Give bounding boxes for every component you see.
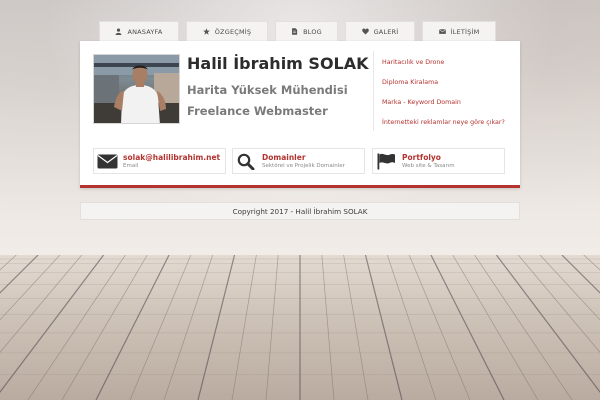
envelope-icon <box>97 154 118 169</box>
portfolio-subtitle: Web site & Tasarım <box>402 163 455 169</box>
post-link[interactable]: Diploma Kiralama <box>382 79 514 99</box>
portfolio-title: Portfolyo <box>402 153 441 162</box>
profile-job-title: Harita Yüksek Mühendisi <box>187 83 348 97</box>
post-link[interactable]: Marka - Keyword Domain <box>382 99 514 119</box>
profile-photo <box>93 54 180 124</box>
footer-copyright: Copyright 2017 - Halil İbrahim SOLAK <box>80 202 520 220</box>
main-nav: ANASAYFA ÖZGEÇMİŞ BLOG GALERİ İLETİŞİM <box>99 21 496 41</box>
recent-posts-list: Haritacılık ve Drone Diploma Kiralama Ma… <box>382 59 514 139</box>
user-icon <box>115 28 122 35</box>
background-wooden-floor <box>0 255 600 400</box>
portfolio-box[interactable]: Portfolyo Web site & Tasarım <box>372 148 505 174</box>
vertical-divider <box>373 51 374 131</box>
tab-blog-label: BLOG <box>303 27 322 36</box>
tab-contact[interactable]: İLETİŞİM <box>422 21 496 41</box>
tab-gallery[interactable]: GALERİ <box>345 21 415 41</box>
post-link[interactable]: İnternetteki reklamlar neye göre çıkar? <box>382 119 514 139</box>
tab-cv-label: ÖZGEÇMİŞ <box>214 27 252 36</box>
profile-photo-image <box>94 55 179 123</box>
tab-cv[interactable]: ÖZGEÇMİŞ <box>186 21 268 41</box>
document-icon <box>292 28 298 35</box>
tab-home-label: ANASAYFA <box>127 27 163 36</box>
tab-contact-label: İLETİŞİM <box>450 27 480 36</box>
profile-role: Freelance Webmaster <box>187 104 328 118</box>
email-box[interactable]: solak@halilibrahim.net Email <box>93 148 226 174</box>
domains-box[interactable]: Domainler Sektörel ve Projelik Domainler <box>232 148 365 174</box>
email-label: Email <box>123 163 139 169</box>
profile-name: Halil İbrahim SOLAK <box>187 54 369 73</box>
email-address: solak@halilibrahim.net <box>123 153 221 162</box>
envelope-icon <box>438 29 446 34</box>
domains-subtitle: Sektörel ve Projelik Domainler <box>262 163 345 169</box>
star-icon <box>202 28 210 35</box>
post-link[interactable]: Haritacılık ve Drone <box>382 59 514 79</box>
domains-title: Domainler <box>262 153 306 162</box>
tab-blog[interactable]: BLOG <box>275 21 338 41</box>
profile-card: Halil İbrahim SOLAK Harita Yüksek Mühend… <box>80 41 520 188</box>
flag-icon <box>377 153 395 170</box>
tab-gallery-label: GALERİ <box>373 27 399 36</box>
search-icon <box>237 153 255 170</box>
heart-icon <box>361 28 369 35</box>
tab-home[interactable]: ANASAYFA <box>99 21 179 41</box>
